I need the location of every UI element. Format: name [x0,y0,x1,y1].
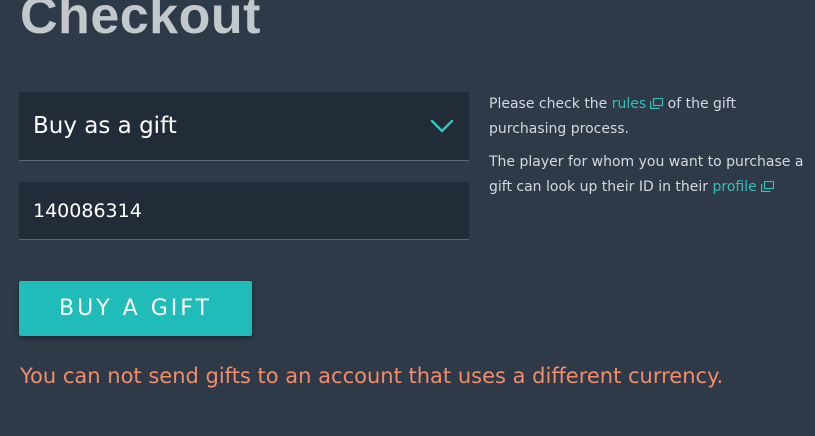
profile-info-text: The player for whom you want to purchase… [489,150,811,200]
rules-link[interactable]: rules [611,96,664,112]
purchase-type-select[interactable]: Buy as a gift [19,92,469,161]
player-id-input[interactable]: 140086314 [19,182,469,240]
error-message: You can not send gifts to an account tha… [20,364,724,388]
chevron-down-icon [430,119,454,133]
rules-link-label: rules [611,96,647,112]
player-id-value: 140086314 [33,200,142,222]
purchase-type-value: Buy as a gift [33,113,177,139]
profile-link[interactable]: profile [713,179,774,195]
profile-link-label: profile [712,179,757,195]
rules-info-text: Please check the rules of the gift purch… [489,92,811,142]
buy-gift-button[interactable]: BUY A GIFT [19,281,252,336]
rules-info-prefix: Please check the [489,96,608,112]
external-link-icon [760,181,774,192]
gift-info-panel: Please check the rules of the gift purch… [489,92,811,208]
external-link-icon [650,98,664,109]
page-title: Checkout [20,0,261,45]
